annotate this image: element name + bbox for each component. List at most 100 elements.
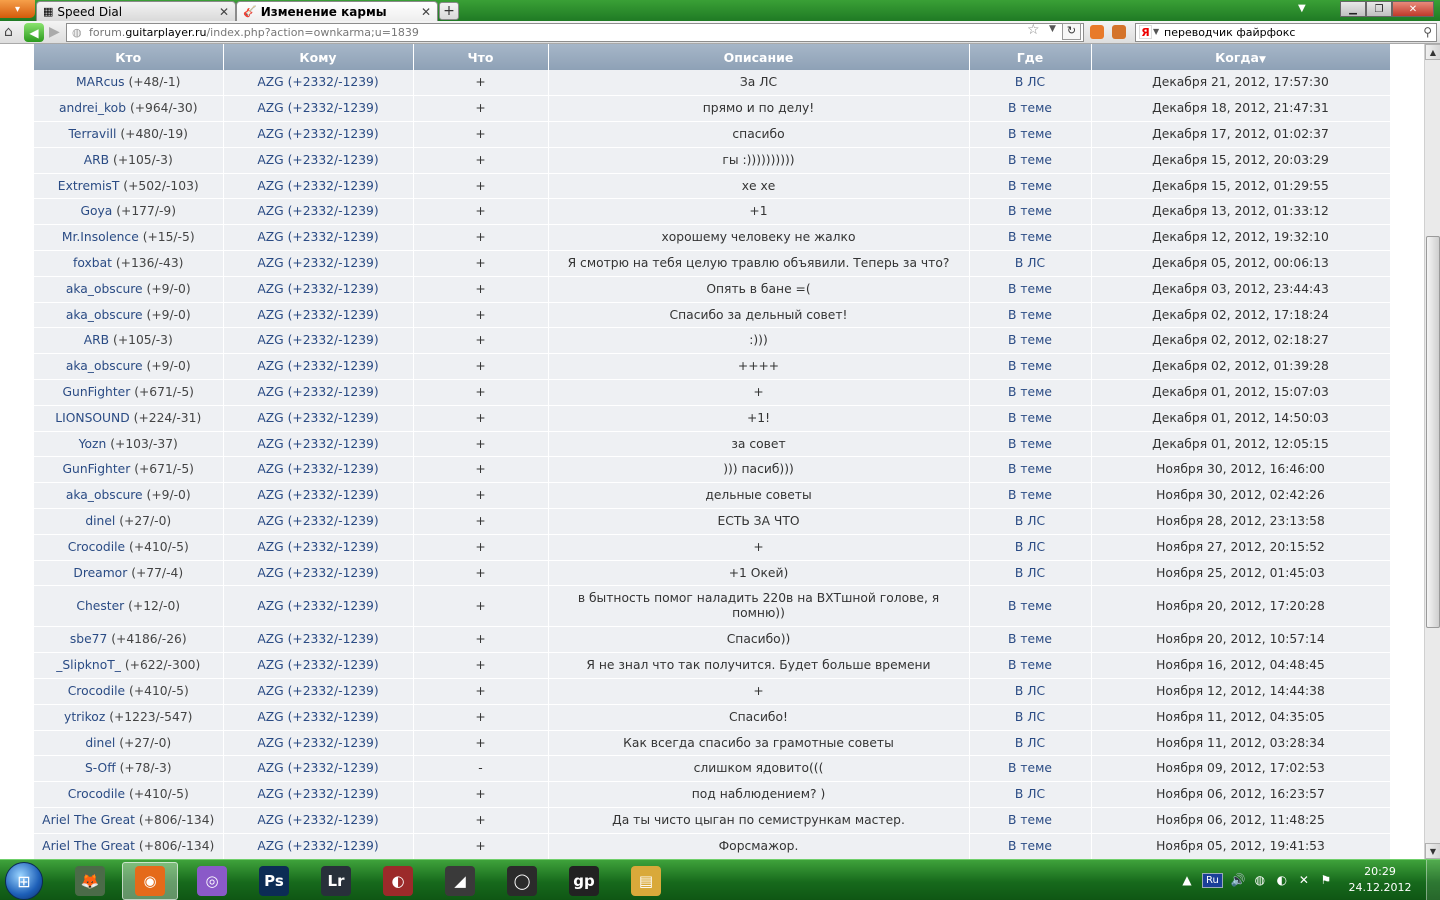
user-link[interactable]: sbe77 [70,632,107,646]
taskbar-app-falcon[interactable]: 🦊 [62,862,118,900]
recipient-link[interactable]: AZG (+2332/-1239) [257,599,378,613]
where-link[interactable]: В теме [1008,101,1052,115]
where-link[interactable]: В теме [1008,658,1052,672]
user-link[interactable]: aka_obscure [66,282,143,296]
taskbar-app-firefox[interactable]: ◉ [122,862,178,900]
taskbar-app-steam[interactable]: ◢ [432,862,488,900]
recipient-link[interactable]: AZG (+2332/-1239) [257,256,378,270]
user-link[interactable]: GunFighter [63,462,131,476]
recipient-link[interactable]: AZG (+2332/-1239) [257,411,378,425]
forward-icon[interactable]: ▶ [49,24,60,40]
where-link[interactable]: В ЛС [1015,75,1045,89]
where-link[interactable]: В теме [1008,761,1052,775]
user-link[interactable]: Chester [76,599,124,613]
column-header-when[interactable]: Когда▼ [1091,44,1391,70]
where-link[interactable]: В ЛС [1015,540,1045,554]
user-link[interactable]: Ariel The Great [42,813,135,827]
close-icon[interactable]: ✕ [421,5,431,19]
sort-desc-icon[interactable]: ▼ [1259,55,1266,65]
column-header-to[interactable]: Кому [223,44,414,70]
addon-icon[interactable] [1090,25,1104,39]
recipient-link[interactable]: AZG (+2332/-1239) [257,813,378,827]
where-link[interactable]: В теме [1008,437,1052,451]
history-dropdown-icon[interactable]: ▼ [1049,24,1056,34]
chevron-down-icon[interactable]: ▼ [1153,27,1159,36]
where-link[interactable]: В ЛС [1015,787,1045,801]
where-link[interactable]: В теме [1008,308,1052,322]
user-link[interactable]: Yozn [79,437,107,451]
where-link[interactable]: В теме [1008,204,1052,218]
taskbar-app-opera[interactable]: ◯ [494,862,550,900]
where-link[interactable]: В теме [1008,839,1052,853]
recipient-link[interactable]: AZG (+2332/-1239) [257,101,378,115]
recipient-link[interactable]: AZG (+2332/-1239) [257,839,378,853]
where-link[interactable]: В ЛС [1015,684,1045,698]
taskbar-app-disc[interactable]: ◎ [184,862,240,900]
volume-icon[interactable]: 🔊 [1231,873,1246,887]
recipient-link[interactable]: AZG (+2332/-1239) [257,540,378,554]
tray-app-icon[interactable]: ◐ [1275,873,1289,887]
language-indicator[interactable]: Ru [1202,872,1223,888]
user-link[interactable]: ARB [84,153,109,167]
where-link[interactable]: В ЛС [1015,256,1045,270]
show-desktop-button[interactable] [1426,860,1440,900]
where-link[interactable]: В теме [1008,488,1052,502]
addon-icon[interactable] [1112,25,1126,39]
taskbar-app-guitarpro[interactable]: gp [556,862,612,900]
recipient-link[interactable]: AZG (+2332/-1239) [257,385,378,399]
recipient-link[interactable]: AZG (+2332/-1239) [257,658,378,672]
system-clock[interactable]: 20:29 24.12.2012 [1348,864,1412,896]
new-tab-button[interactable]: + [439,2,459,20]
where-link[interactable]: В теме [1008,813,1052,827]
recipient-link[interactable]: AZG (+2332/-1239) [257,179,378,193]
user-link[interactable]: Crocodile [68,684,125,698]
user-link[interactable]: MARcus [76,75,125,89]
yandex-icon[interactable]: Я [1139,25,1152,39]
user-link[interactable]: aka_obscure [66,488,143,502]
recipient-link[interactable]: AZG (+2332/-1239) [257,333,378,347]
recipient-link[interactable]: AZG (+2332/-1239) [257,308,378,322]
user-link[interactable]: _SlipknoT_ [56,658,121,672]
close-icon[interactable]: ✕ [219,5,229,19]
recipient-link[interactable]: AZG (+2332/-1239) [257,566,378,580]
where-link[interactable]: В теме [1008,599,1052,613]
column-header-what[interactable]: Что [413,44,549,70]
recipient-link[interactable]: AZG (+2332/-1239) [257,204,378,218]
scroll-down-icon[interactable]: ▼ [1425,843,1440,859]
scroll-up-icon[interactable]: ▲ [1425,44,1440,60]
network-icon[interactable]: ◍ [1253,873,1267,887]
user-link[interactable]: dinel [85,736,115,750]
recipient-link[interactable]: AZG (+2332/-1239) [257,127,378,141]
user-link[interactable]: ARB [84,333,109,347]
where-link[interactable]: В теме [1008,632,1052,646]
where-link[interactable]: В теме [1008,282,1052,296]
recipient-link[interactable]: AZG (+2332/-1239) [257,736,378,750]
tab-list-icon[interactable]: ▼ [1298,3,1306,14]
recipient-link[interactable]: AZG (+2332/-1239) [257,710,378,724]
recipient-link[interactable]: AZG (+2332/-1239) [257,437,378,451]
taskbar-app-flstudio[interactable]: ◐ [370,862,426,900]
user-link[interactable]: Crocodile [68,787,125,801]
recipient-link[interactable]: AZG (+2332/-1239) [257,359,378,373]
url-bar[interactable]: ◍ forum.guitarplayer.ru/index.php?action=… [66,23,1084,42]
reload-button[interactable]: ↻ [1062,23,1081,40]
user-link[interactable]: andrei_kob [59,101,126,115]
where-link[interactable]: В теме [1008,179,1052,193]
recipient-link[interactable]: AZG (+2332/-1239) [257,514,378,528]
where-link[interactable]: В теме [1008,385,1052,399]
column-header-description[interactable]: Описание [548,44,970,70]
recipient-link[interactable]: AZG (+2332/-1239) [257,761,378,775]
user-link[interactable]: S-Off [85,761,116,775]
start-button[interactable]: ⊞ [5,862,43,900]
user-link[interactable]: ExtremisT [58,179,120,193]
maximize-button[interactable]: ❐ [1366,1,1392,17]
where-link[interactable]: В ЛС [1015,566,1045,580]
recipient-link[interactable]: AZG (+2332/-1239) [257,488,378,502]
user-link[interactable]: Mr.Insolence [62,230,139,244]
recipient-link[interactable]: AZG (+2332/-1239) [257,684,378,698]
user-link[interactable]: Ariel The Great [42,839,135,853]
where-link[interactable]: В ЛС [1015,514,1045,528]
taskbar-app-photoshop[interactable]: Ps [246,862,302,900]
user-link[interactable]: LIONSOUND [55,411,130,425]
search-input[interactable]: переводчик файрфокс [1164,26,1295,39]
